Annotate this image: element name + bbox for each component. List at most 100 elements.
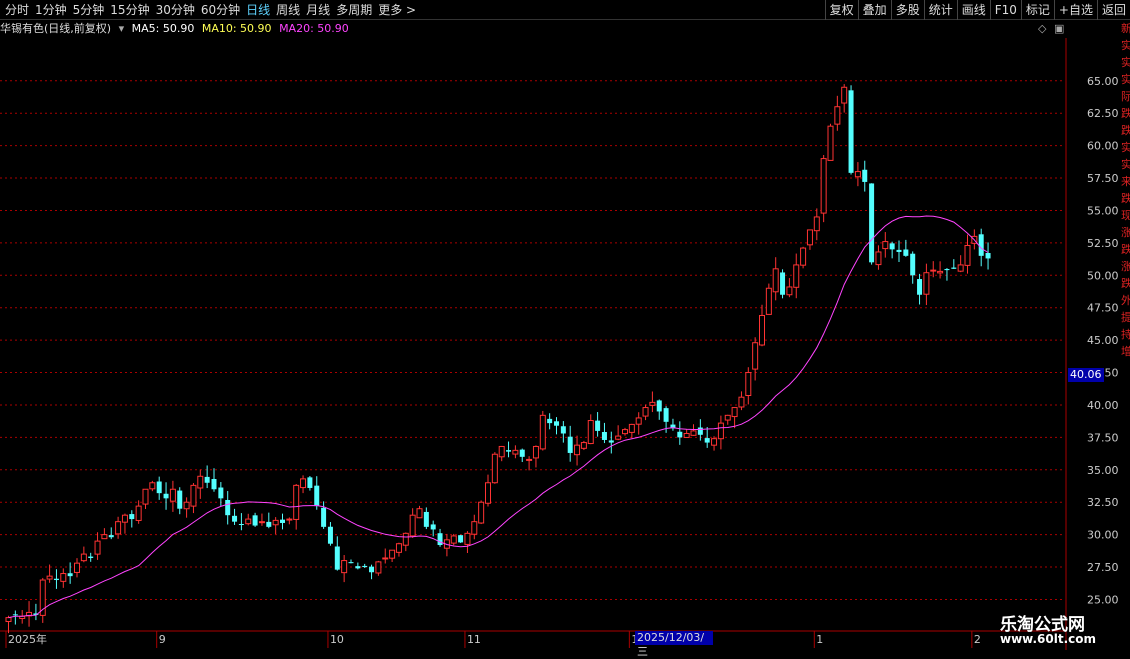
kline-chart[interactable]: 25.0027.5030.0032.5035.0037.5040.0042.50…	[0, 38, 1130, 650]
tab-1[interactable]: 1分钟	[32, 2, 70, 18]
candle-body-down	[355, 566, 361, 569]
tab-0[interactable]: 分时	[2, 2, 32, 18]
y-tick-label: 50.00	[1087, 269, 1119, 282]
candle-body-up	[526, 458, 533, 461]
candle-body-down	[334, 546, 340, 570]
side-news-char: 提	[1121, 311, 1130, 324]
candle-body-down	[156, 481, 162, 494]
tab-2[interactable]: 5分钟	[70, 2, 108, 18]
candle-body-up	[745, 372, 752, 396]
period-tabs: 分时 1分钟 5分钟 15分钟 30分钟 60分钟 日线 周线 月线 多周期 更多 >	[2, 2, 419, 18]
candle-body-up	[395, 543, 402, 553]
candle-body-up	[80, 553, 87, 562]
y-tick-label: 45.00	[1087, 334, 1119, 347]
candle-body-up	[341, 560, 348, 574]
candle-body-up	[149, 482, 156, 490]
side-news-char: 实	[1121, 56, 1130, 69]
candle-body-up	[197, 475, 204, 489]
toolbar-button-3[interactable]: 统计	[923, 0, 957, 20]
y-tick-label: 62.50	[1087, 107, 1119, 120]
candle-body-down	[225, 499, 231, 516]
side-news-char: 涨	[1121, 260, 1130, 273]
y-tick-label: 25.00	[1087, 593, 1119, 606]
settings-icon[interactable]: ▾	[119, 22, 125, 35]
toolbar-button-2[interactable]: 多股	[890, 0, 924, 20]
candle-body-up	[628, 423, 635, 433]
candle-body-up	[74, 562, 80, 573]
toolbar-button-4[interactable]: 画线	[956, 0, 990, 20]
candle-body-up	[923, 272, 930, 295]
candle-body-up	[937, 270, 944, 274]
tab-10[interactable]: 更多 >	[375, 2, 419, 18]
candle-body-down	[12, 614, 18, 616]
ma20-label: MA20: 50.90	[279, 22, 349, 35]
tab-3[interactable]: 15分钟	[107, 2, 152, 18]
candle-body-up	[827, 125, 834, 161]
side-news-char: 增	[1121, 345, 1130, 358]
candle-body-down	[547, 418, 553, 424]
candle-body-down	[780, 272, 786, 295]
side-news-char: 新	[1121, 22, 1130, 35]
candle-body-up	[806, 229, 813, 246]
candle-body-up	[409, 514, 416, 537]
candle-body-down	[53, 578, 59, 581]
candle-body-up	[841, 86, 848, 104]
candle-body-down	[677, 431, 683, 438]
side-news-char: 跌	[1121, 277, 1130, 290]
candle-body-down	[978, 234, 984, 256]
diamond-icon[interactable]: ◇	[1038, 22, 1046, 35]
candle-body-up	[717, 422, 724, 440]
panel-toggle-icon[interactable]: ▣	[1054, 22, 1064, 35]
candle-body-up	[5, 617, 12, 623]
candle-body-down	[266, 521, 272, 527]
candle-body-up	[300, 478, 307, 489]
candle-body-up	[142, 488, 149, 505]
tab-4[interactable]: 30分钟	[153, 2, 198, 18]
toolbar-button-5[interactable]: F10	[989, 0, 1021, 20]
tab-9[interactable]: 多周期	[333, 2, 375, 18]
x-tick-label: 10	[330, 633, 344, 646]
tab-8[interactable]: 月线	[303, 2, 333, 18]
crosshair-date-tag: 2025/12/03/三	[635, 631, 713, 658]
candle-body-down	[88, 556, 94, 558]
y-tick-label: 65.00	[1087, 75, 1119, 88]
candle-body-down	[663, 408, 669, 422]
candle-body-up	[46, 575, 53, 580]
x-tick-label: 11	[467, 633, 481, 646]
toolbar-button-1[interactable]: 叠加	[857, 0, 891, 20]
candle-body-down	[129, 514, 135, 520]
candle-body-up	[834, 106, 841, 125]
news-side-strip[interactable]: 新实实实际跌跌实实来跌现涨跌涨跌外提持增	[1121, 20, 1130, 620]
candle-body-up	[731, 407, 738, 418]
candle-body-down	[848, 90, 854, 173]
candle-body-up	[135, 505, 142, 521]
toolbar-button-0[interactable]: 复权	[824, 0, 858, 20]
candle-body-up	[711, 438, 718, 446]
candle-body-down	[327, 526, 333, 544]
candle-body-up	[389, 549, 396, 559]
tab-7[interactable]: 周线	[273, 2, 303, 18]
side-news-char: 现	[1121, 209, 1130, 222]
stock-title: 华锡有色(日线,前复权)	[0, 22, 112, 35]
candle-body-up	[450, 535, 457, 544]
toolbar-button-7[interactable]: +自选	[1053, 0, 1097, 20]
candle-body-up	[738, 396, 745, 408]
candle-body-down	[944, 269, 950, 271]
candle-body-down	[985, 252, 991, 259]
candle-body-down	[163, 493, 169, 499]
side-news-char: 实	[1121, 141, 1130, 154]
indicator-info-bar: 华锡有色(日线,前复权) ▾ MA5: 50.90 MA10: 50.90 MA…	[0, 20, 1068, 38]
y-tick-label: 27.50	[1087, 561, 1119, 574]
candle-body-down	[348, 562, 354, 564]
candle-body-down	[554, 421, 559, 426]
x-tick-label: 2	[974, 633, 981, 646]
candle-body-down	[567, 436, 573, 453]
candle-body-down	[67, 573, 73, 577]
tab-5[interactable]: 60分钟	[198, 2, 243, 18]
watermark: 乐淘公式网 www.60lt.com	[990, 608, 1130, 650]
candle-body-up	[642, 407, 649, 417]
toolbar-button-8[interactable]: 返回	[1096, 0, 1130, 20]
tab-6[interactable]: 日线	[243, 2, 273, 18]
candle-body-up	[94, 540, 101, 555]
toolbar-button-6[interactable]: 标记	[1020, 0, 1054, 20]
